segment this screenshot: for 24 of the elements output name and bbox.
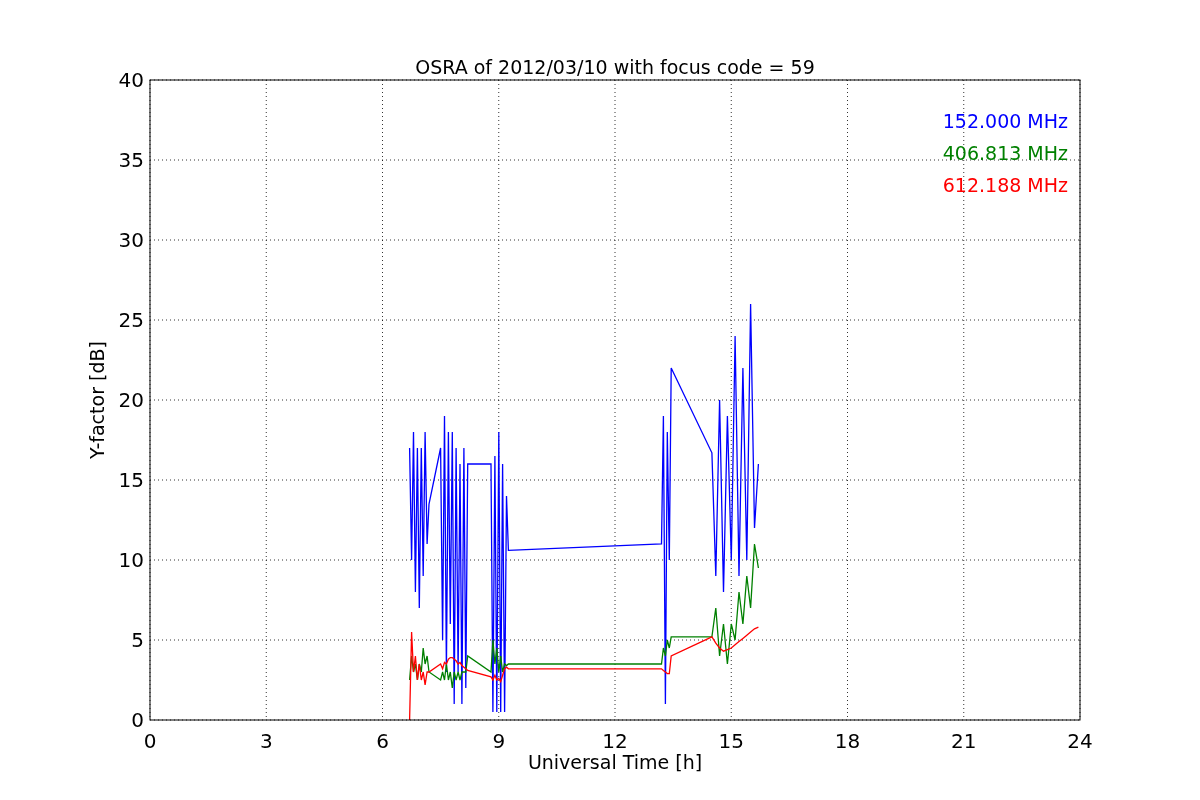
tick-label: 12 [602,729,628,753]
tick-label: 21 [951,729,977,753]
tick-label: 30 [118,228,144,252]
tick-label: 20 [118,388,144,412]
tick-label: 3 [259,729,273,753]
tick-label: 40 [118,68,144,92]
x-axis-label: Universal Time [h] [527,751,703,773]
tick-label: 5 [131,628,144,652]
tick-label: 9 [492,729,506,753]
tick-label: 15 [118,468,144,492]
tick-label: 24 [1067,729,1093,753]
tick-label: 35 [118,148,144,172]
tick-label: 0 [131,708,144,732]
tick-label: 6 [376,729,389,753]
tick-label: 10 [118,548,144,572]
chart-title: OSRA of 2012/03/10 with focus code = 59 [415,56,815,78]
legend-label: 612.188 MHz [942,174,1068,196]
tick-label: 15 [718,729,744,753]
y-axis-label: Y-factor [dB] [86,341,108,459]
tick-label: 0 [143,729,157,753]
legend-label: 406.813 MHz [942,142,1068,164]
tick-label: 25 [118,308,144,332]
legend-label: 152.000 MHz [942,110,1068,132]
tick-label: 18 [834,729,861,753]
